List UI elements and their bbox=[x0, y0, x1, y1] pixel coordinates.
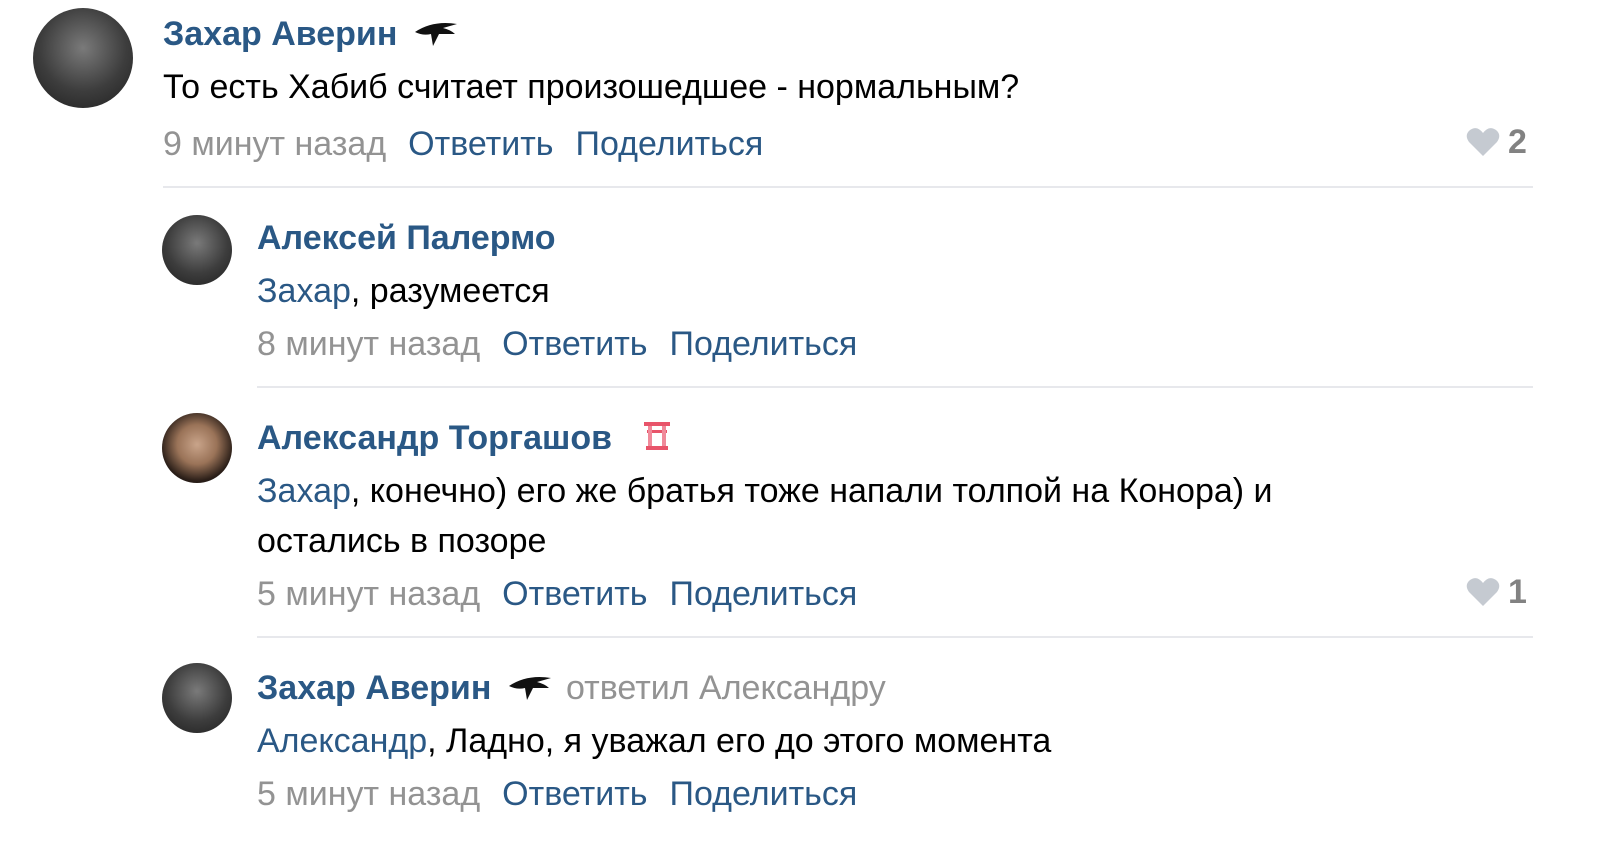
avatar[interactable] bbox=[33, 8, 133, 108]
timestamp[interactable]: 5 минут назад bbox=[257, 575, 480, 613]
mention-link[interactable]: Захар bbox=[257, 472, 351, 510]
comment-body: , разумеется bbox=[350, 272, 550, 310]
reply-button[interactable]: Ответить bbox=[502, 325, 647, 363]
gate-badge-icon bbox=[642, 418, 672, 457]
comment-meta: 5 минут назад Ответить Поделиться bbox=[257, 774, 857, 814]
comment-body-line1: , конечно) его же братья тоже напали тол… bbox=[350, 472, 1273, 510]
replied-to-link[interactable]: ответил Александру bbox=[566, 668, 886, 708]
share-button[interactable]: Поделиться bbox=[576, 125, 764, 163]
comment-body: , Ладно, я уважал его до этого момента bbox=[427, 722, 1052, 760]
share-button[interactable]: Поделиться bbox=[670, 325, 858, 363]
comment-text: Захар, конечно) его же братья тоже напал… bbox=[257, 466, 1457, 566]
avatar[interactable] bbox=[162, 413, 232, 483]
reply-button[interactable]: Ответить bbox=[502, 575, 647, 613]
author-name[interactable]: Захар Аверин bbox=[257, 668, 491, 708]
like-count: 2 bbox=[1508, 122, 1527, 161]
timestamp[interactable]: 5 минут назад bbox=[257, 775, 480, 813]
divider bbox=[257, 636, 1533, 638]
author-name[interactable]: Захар Аверин bbox=[163, 14, 397, 54]
share-button[interactable]: Поделиться bbox=[670, 575, 858, 613]
comment-meta: 5 минут назад Ответить Поделиться bbox=[257, 574, 857, 614]
share-button[interactable]: Поделиться bbox=[670, 775, 858, 813]
like-button[interactable]: 2 bbox=[1466, 122, 1527, 162]
wing-badge-icon bbox=[413, 18, 459, 53]
reply-button[interactable]: Ответить bbox=[502, 775, 647, 813]
author-name[interactable]: Алексей Палермо bbox=[257, 218, 556, 258]
mention-link[interactable]: Захар bbox=[257, 272, 351, 310]
divider bbox=[163, 186, 1533, 188]
avatar[interactable] bbox=[162, 215, 232, 285]
like-button[interactable]: 1 bbox=[1466, 572, 1527, 612]
heart-icon bbox=[1466, 128, 1500, 156]
author-name[interactable]: Александр Торгашов bbox=[257, 418, 612, 458]
comment-text: То есть Хабиб считает произошедшее - нор… bbox=[163, 62, 1019, 112]
heart-icon bbox=[1466, 578, 1500, 606]
like-count: 1 bbox=[1508, 572, 1527, 611]
wing-badge-icon bbox=[507, 672, 553, 707]
timestamp[interactable]: 9 минут назад bbox=[163, 125, 386, 163]
comment-meta: 8 минут назад Ответить Поделиться bbox=[257, 324, 857, 364]
reply-button[interactable]: Ответить bbox=[408, 125, 553, 163]
comment-body: То есть Хабиб считает произошедшее - нор… bbox=[163, 68, 1020, 106]
divider bbox=[257, 386, 1533, 388]
mention-link[interactable]: Александр bbox=[257, 722, 427, 760]
comment-text: Александр, Ладно, я уважал его до этого … bbox=[257, 716, 1051, 766]
avatar[interactable] bbox=[162, 663, 232, 733]
comment-body-line2: остались в позоре bbox=[257, 522, 547, 560]
timestamp[interactable]: 8 минут назад bbox=[257, 325, 480, 363]
comment-meta: 9 минут назад Ответить Поделиться bbox=[163, 124, 763, 164]
comment-text: Захар, разумеется bbox=[257, 266, 550, 316]
